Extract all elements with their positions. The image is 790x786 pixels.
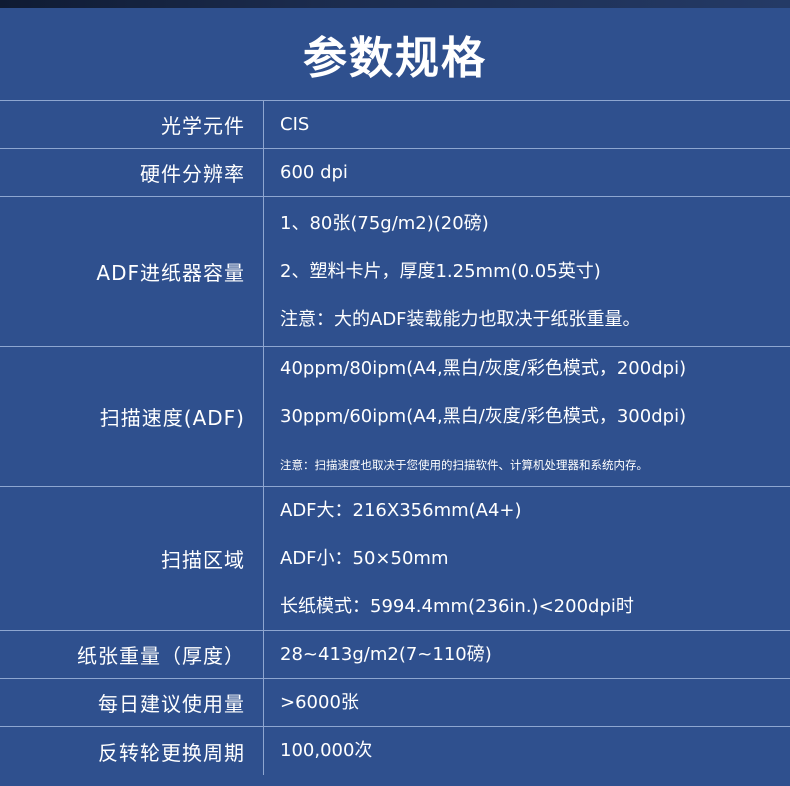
page-title: 参数规格	[303, 33, 487, 84]
spec-label: 每日建议使用量	[0, 679, 264, 726]
spec-value: 1、80张(75g/m2)(20磅)	[280, 212, 489, 234]
spec-values: 28~413g/m2(7~110磅)	[264, 631, 790, 678]
spec-row-scan-speed: 扫描速度(ADF) 40ppm/80ipm(A4,黑白/灰度/彩色模式，200d…	[0, 347, 790, 487]
spec-row-optical: 光学元件 CIS	[0, 101, 790, 149]
spec-values: CIS	[264, 101, 790, 148]
spec-values: 40ppm/80ipm(A4,黑白/灰度/彩色模式，200dpi) 30ppm/…	[264, 347, 790, 486]
spec-value: >6000张	[280, 691, 359, 713]
spec-values: ADF大：216X356mm(A4+) ADF小：50×50mm 长纸模式：59…	[264, 487, 790, 630]
spec-row-roller-cycle: 反转轮更换周期 100,000次	[0, 727, 790, 775]
spec-value: 40ppm/80ipm(A4,黑白/灰度/彩色模式，200dpi)	[280, 357, 687, 379]
spec-value: 30ppm/60ipm(A4,黑白/灰度/彩色模式，300dpi)	[280, 405, 687, 427]
spec-table: 光学元件 CIS 硬件分辨率 600 dpi ADF进纸器容量 1、80张(75…	[0, 100, 790, 786]
spec-values: 1、80张(75g/m2)(20磅) 2、塑料卡片，厚度1.25mm(0.05英…	[264, 197, 790, 346]
top-gradient-bar	[0, 0, 790, 8]
spec-value: 2、塑料卡片，厚度1.25mm(0.05英寸)	[280, 260, 601, 282]
spec-note: 注意：扫描速度也取决于您使用的扫描软件、计算机处理器和系统内存。	[280, 457, 648, 472]
spec-label: 扫描区域	[0, 487, 264, 630]
spec-value: ADF大：216X356mm(A4+)	[280, 499, 522, 521]
spec-row-adf-capacity: ADF进纸器容量 1、80张(75g/m2)(20磅) 2、塑料卡片，厚度1.2…	[0, 197, 790, 347]
spec-value: ADF小：50×50mm	[280, 547, 449, 569]
spec-value: CIS	[280, 113, 310, 135]
spec-values: 100,000次	[264, 727, 790, 775]
spec-value: 100,000次	[280, 740, 373, 761]
spec-row-scan-area: 扫描区域 ADF大：216X356mm(A4+) ADF小：50×50mm 长纸…	[0, 487, 790, 631]
spec-row-daily-volume: 每日建议使用量 >6000张	[0, 679, 790, 727]
spec-note: 注意：大的ADF装载能力也取决于纸张重量。	[280, 308, 641, 330]
spec-value: 600 dpi	[280, 161, 348, 183]
spec-label: 光学元件	[0, 101, 264, 148]
spec-label: 纸张重量（厚度）	[0, 631, 264, 678]
spec-label: ADF进纸器容量	[0, 197, 264, 346]
spec-value: 长纸模式：5994.4mm(236in.)<200dpi时	[280, 595, 634, 617]
spec-label: 扫描速度(ADF)	[0, 347, 264, 486]
spec-row-resolution: 硬件分辨率 600 dpi	[0, 149, 790, 197]
spec-label: 反转轮更换周期	[0, 727, 264, 775]
spec-label: 硬件分辨率	[0, 149, 264, 196]
spec-row-paper-weight: 纸张重量（厚度） 28~413g/m2(7~110磅)	[0, 631, 790, 679]
spec-values: >6000张	[264, 679, 790, 726]
spec-values: 600 dpi	[264, 149, 790, 196]
spec-value: 28~413g/m2(7~110磅)	[280, 643, 492, 665]
